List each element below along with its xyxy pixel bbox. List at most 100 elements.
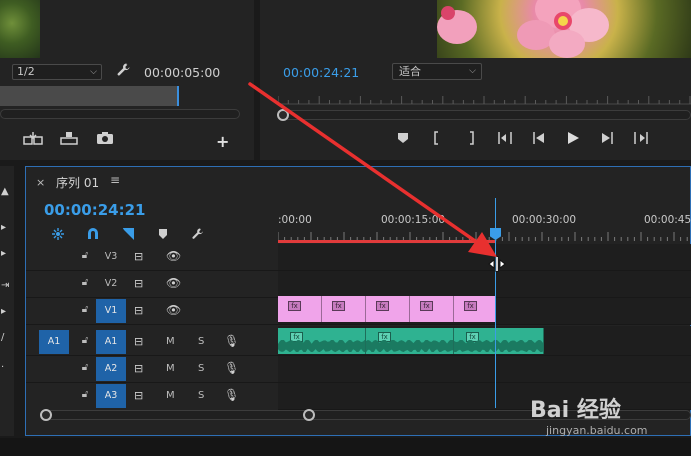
source-resolution-value: 1/2	[17, 65, 35, 78]
add-button[interactable]: +	[216, 132, 229, 151]
video-clip[interactable]: fx	[410, 296, 454, 322]
ripple-edit-tool-icon[interactable]: ▸	[1, 248, 6, 259]
lock-icon[interactable]: 🔓︎	[80, 277, 90, 288]
timeline-settings-wrench-icon[interactable]	[190, 227, 206, 244]
microphone-icon[interactable]: 🎙︎	[224, 361, 239, 375]
video-clip[interactable]: fx	[366, 296, 410, 322]
play-icon[interactable]	[562, 131, 584, 149]
mark-in-icon[interactable]	[426, 131, 448, 149]
mark-out-icon[interactable]	[460, 131, 482, 149]
close-icon[interactable]: ×	[36, 176, 45, 189]
lock-icon[interactable]: 🔓︎	[80, 335, 90, 346]
marker-icon[interactable]	[392, 132, 414, 148]
track-name-a2[interactable]: A2	[96, 357, 126, 381]
track-header-a1: A1 🔓︎ A1 ⊟ M S 🎙︎	[26, 329, 278, 356]
eye-icon[interactable]: 👁︎	[166, 249, 181, 263]
ruler-label: 00:00:15:00	[381, 214, 446, 226]
source-resolution-select[interactable]: 1/2 ⌵	[12, 64, 102, 80]
track-name-v3[interactable]: V3	[96, 245, 126, 269]
track-name-a3[interactable]: A3	[96, 384, 126, 408]
sync-lock-icon[interactable]: ⊟	[134, 277, 143, 290]
source-transport-controls	[22, 130, 116, 150]
ruler-label: 00:00:45	[644, 214, 691, 226]
audio-clip[interactable]: fx	[278, 328, 366, 354]
fx-badge: fx	[288, 301, 301, 311]
track-lane-a3[interactable]	[278, 383, 691, 410]
microphone-icon[interactable]: 🎙︎	[224, 334, 239, 348]
lock-icon[interactable]: 🔓︎	[80, 304, 90, 315]
track-lane-a2[interactable]	[278, 356, 691, 383]
program-timecode[interactable]: 00:00:24:21	[283, 65, 359, 80]
camera-icon[interactable]	[94, 131, 116, 149]
mute-button[interactable]: M	[166, 363, 175, 374]
mute-button[interactable]: M	[166, 390, 175, 401]
work-area-bar[interactable]	[278, 240, 496, 243]
linked-selection-icon[interactable]	[120, 227, 136, 244]
program-time-ruler[interactable]	[278, 84, 691, 108]
sync-lock-icon[interactable]: ⊟	[134, 335, 143, 348]
lock-icon[interactable]: 🔓︎	[80, 389, 90, 400]
ruler-label: :00:00	[278, 214, 312, 226]
video-clip[interactable]: fx	[454, 296, 496, 322]
scroll-right-handle[interactable]	[303, 409, 315, 421]
go-to-out-icon[interactable]	[630, 131, 652, 149]
sequence-tab-title[interactable]: 序列 01	[56, 174, 99, 191]
program-zoom-scrollbar[interactable]	[278, 110, 691, 120]
audio-clip[interactable]: fx	[454, 328, 544, 354]
step-back-icon[interactable]	[528, 131, 550, 149]
audio-clip[interactable]: fx	[366, 328, 454, 354]
timeline-timecode[interactable]: 00:00:24:21	[44, 201, 146, 219]
resize-cursor-icon	[488, 256, 506, 272]
pen-tool-icon[interactable]: /	[1, 332, 4, 343]
hand-tool-icon[interactable]: ·	[1, 362, 4, 373]
sync-lock-icon[interactable]: ⊟	[134, 304, 143, 317]
selection-tool-icon[interactable]: ▲	[1, 186, 9, 197]
source-playhead[interactable]	[177, 86, 179, 106]
lock-icon[interactable]: 🔓︎	[80, 250, 90, 261]
baidu-watermark-url: jingyan.baidu.com	[546, 424, 648, 437]
insert-icon[interactable]	[22, 131, 44, 149]
video-clip[interactable]: fx	[322, 296, 366, 322]
playhead-stem	[495, 198, 496, 228]
solo-button[interactable]: S	[198, 363, 204, 374]
wrench-icon[interactable]	[116, 62, 132, 80]
scroll-left-handle[interactable]	[40, 409, 52, 421]
nest-toggle-icon[interactable]	[50, 227, 66, 244]
track-name-v2[interactable]: V2	[96, 272, 126, 296]
fit-zoom-select[interactable]: 适合 ⌵	[392, 63, 482, 80]
snap-magnet-icon[interactable]	[85, 227, 101, 244]
mute-button[interactable]: M	[166, 336, 175, 347]
solo-button[interactable]: S	[198, 390, 204, 401]
source-zoom-scrollbar[interactable]	[0, 109, 240, 119]
eye-icon[interactable]: 👁︎	[166, 276, 181, 290]
sync-lock-icon[interactable]: ⊟	[134, 362, 143, 375]
sync-lock-icon[interactable]: ⊟	[134, 250, 143, 263]
lock-icon[interactable]: 🔓︎	[80, 362, 90, 373]
razor-tool-icon[interactable]: ⇥	[1, 280, 9, 291]
track-header-a2: 🔓︎ A2 ⊟ M S 🎙︎	[26, 356, 278, 383]
video-clip[interactable]: fx	[278, 296, 322, 322]
fx-badge: fx	[464, 301, 477, 311]
solo-button[interactable]: S	[198, 336, 204, 347]
eye-icon[interactable]: 👁︎	[166, 303, 181, 317]
audio-waveform	[366, 340, 453, 352]
slip-tool-icon[interactable]: ▸	[1, 306, 6, 317]
go-to-in-icon[interactable]	[494, 131, 516, 149]
step-forward-icon[interactable]	[596, 131, 618, 149]
overwrite-icon[interactable]	[58, 131, 80, 149]
track-lane-v2[interactable]	[278, 271, 691, 298]
source-time-ruler[interactable]	[0, 86, 178, 106]
fx-badge: fx	[376, 301, 389, 311]
track-name-a1[interactable]: A1	[96, 330, 126, 354]
microphone-icon[interactable]: 🎙︎	[224, 388, 239, 402]
sync-lock-icon[interactable]: ⊟	[134, 389, 143, 402]
program-scroll-handle[interactable]	[277, 109, 289, 121]
audio-waveform	[278, 340, 365, 352]
panel-menu-icon[interactable]: ≡	[110, 173, 120, 187]
track-select-tool-icon[interactable]: ▸	[1, 222, 6, 233]
bottom-strip	[0, 438, 691, 456]
source-patch-a1[interactable]: A1	[39, 330, 69, 354]
add-marker-icon[interactable]	[155, 228, 171, 243]
track-name-v1[interactable]: V1	[96, 299, 126, 323]
track-lane-v3[interactable]	[278, 244, 691, 271]
